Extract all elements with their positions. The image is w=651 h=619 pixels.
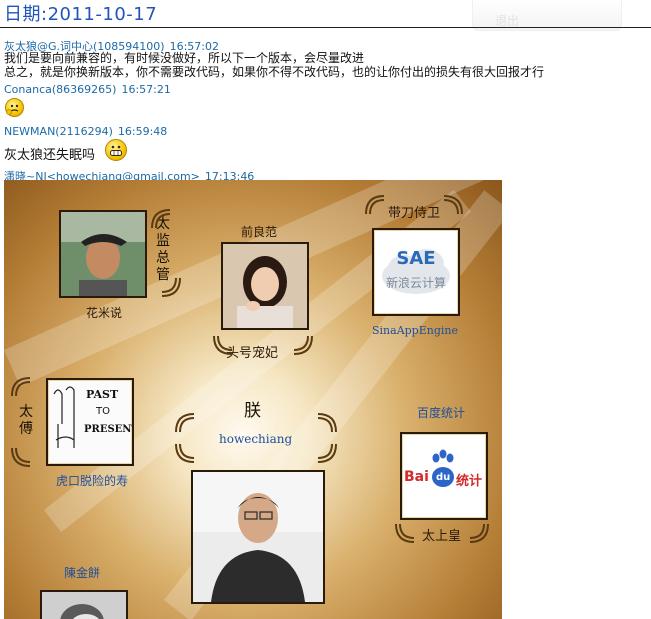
label-taifu: 太傅 bbox=[19, 404, 33, 437]
corner-ornament bbox=[11, 447, 31, 467]
label-chenjinbing: 陳金餅 bbox=[64, 566, 101, 580]
message-text: 灰太狼还失眠吗 bbox=[4, 148, 96, 163]
corner-ornament bbox=[151, 209, 171, 229]
grinning-face-icon bbox=[105, 139, 127, 161]
corner-ornament bbox=[175, 443, 195, 463]
corner-ornament bbox=[317, 443, 337, 463]
avatar-huamishuo bbox=[59, 210, 147, 298]
sketch-text-to: TO bbox=[96, 406, 110, 417]
label-hukou: 虎口脱险的寿 bbox=[56, 474, 129, 488]
sae-logo: SAE 新浪云计算 bbox=[372, 228, 460, 316]
label-taishanghuang: 太上皇 bbox=[422, 529, 462, 544]
sae-logo-title: SAE bbox=[396, 248, 436, 269]
message-meta: NEWMAN(2116294) 16:59:48 bbox=[4, 125, 167, 138]
baidu-logo-tongji: 统计 bbox=[456, 474, 483, 489]
label-baidutongji: 百度统计 bbox=[417, 406, 466, 420]
header-divider bbox=[0, 27, 651, 28]
label-sinaapp: SinaAppEngine bbox=[372, 324, 458, 337]
label-zhen: 朕 bbox=[244, 401, 261, 421]
message-meta: Conanca(86369265) 16:57:21 bbox=[4, 83, 171, 96]
corner-ornament bbox=[443, 195, 463, 215]
message-time: 16:59:48 bbox=[117, 125, 168, 138]
sketch-past-to-present: PAST TO PRESENT bbox=[46, 378, 134, 466]
corner-ornament bbox=[317, 413, 337, 433]
baidu-logo-bai: Bai bbox=[404, 469, 429, 485]
corner-ornament bbox=[469, 523, 489, 543]
avatar-touhao bbox=[221, 242, 309, 330]
corner-ornament bbox=[365, 195, 385, 215]
sketch-text-present: PRESENT bbox=[84, 424, 134, 435]
corner-ornament bbox=[213, 335, 233, 355]
baidu-logo: Bai du 统计 bbox=[400, 432, 488, 520]
baidu-logo-du: du bbox=[436, 472, 451, 483]
label-qianliangfan: 前良范 bbox=[241, 225, 278, 239]
corner-ornament bbox=[293, 335, 313, 355]
label-howechiang: howechiang bbox=[219, 432, 293, 446]
sender-name: NEWMAN(2116294) bbox=[4, 125, 113, 138]
corner-ornament bbox=[175, 413, 195, 433]
avatar-chenjinbing bbox=[40, 590, 128, 619]
avatar-howechiang bbox=[191, 470, 325, 604]
message-time: 16:57:21 bbox=[121, 83, 171, 96]
sae-logo-subtitle: 新浪云计算 bbox=[385, 276, 446, 290]
court-collage-image[interactable]: 花米说 太监总管 前良范 头号宠妃 带刀侍卫 SAE 新浪云计算 SinaApp… bbox=[4, 180, 502, 619]
message-text: 总之，就是你换新版本，你不需要改代码，如果你不得不改代码，也的让你付出的损失有很… bbox=[4, 65, 545, 79]
corner-ornament bbox=[11, 377, 31, 397]
label-daidao: 带刀侍卫 bbox=[388, 206, 441, 221]
corner-ornament bbox=[161, 277, 181, 297]
thinking-face-icon bbox=[5, 98, 24, 117]
date-title: 日期:2011-10-17 bbox=[4, 4, 158, 25]
message-text: 我们是要向前兼容的，有时候没做好，所以下一个版本，会尽量改进 bbox=[4, 51, 365, 65]
label-huamishuo: 花米说 bbox=[86, 306, 123, 320]
corner-ornament bbox=[395, 523, 415, 543]
sketch-text-past: PAST bbox=[86, 388, 119, 401]
sender-name: Conanca(86369265) bbox=[4, 83, 117, 96]
